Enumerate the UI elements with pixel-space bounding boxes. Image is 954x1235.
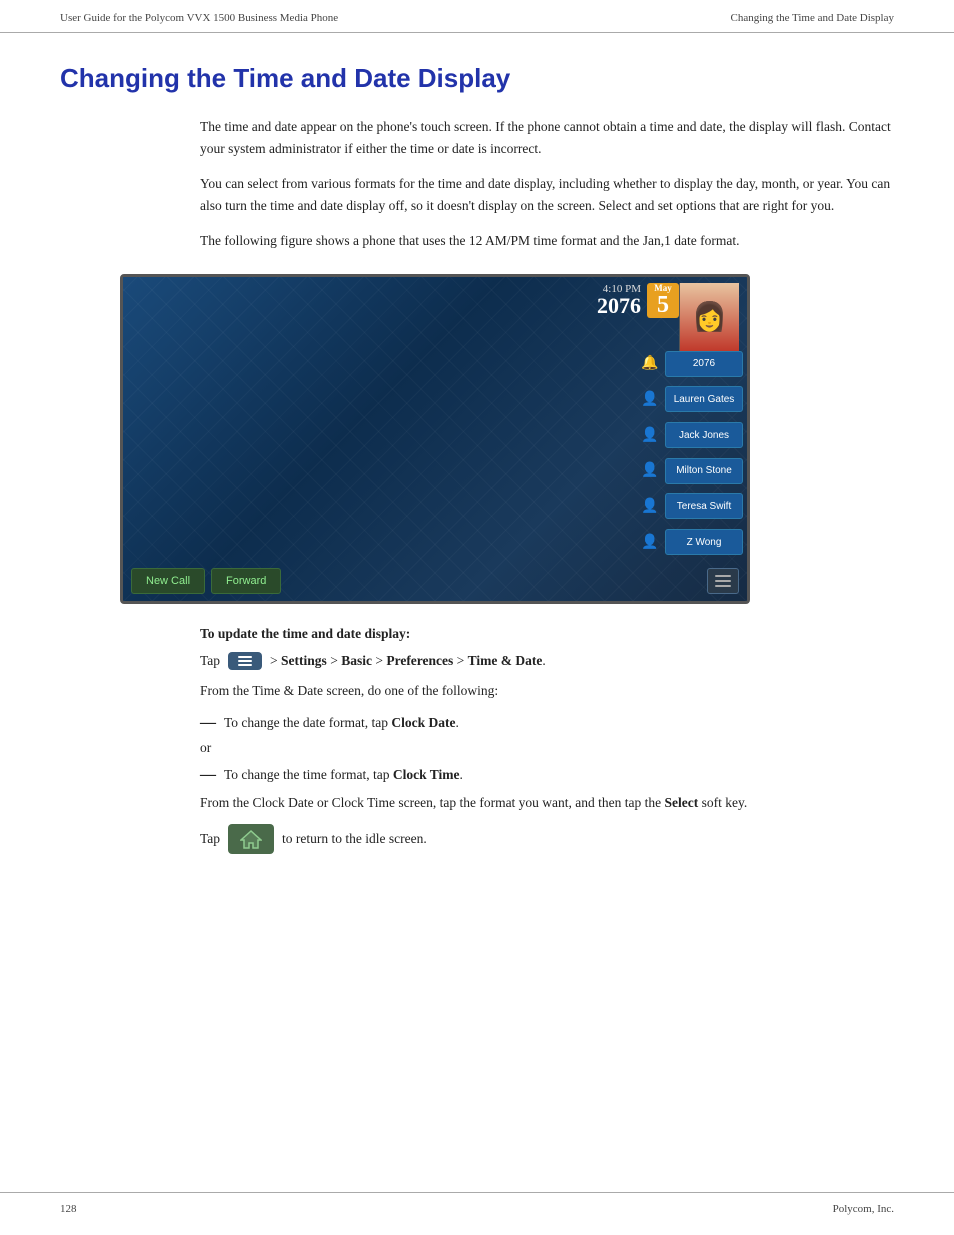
contact-row: 👤 Jack Jones <box>639 418 743 452</box>
phone-sidebar: 🔔 2076 👤 Lauren Gates 👤 Jack Jones 👤 Mil… <box>635 345 747 561</box>
contact-row: 👤 Teresa Swift <box>639 490 743 524</box>
phone-month-day: May 5 <box>647 283 679 318</box>
bullet-text-2: To change the time format, tap Clock Tim… <box>224 764 463 786</box>
new-call-button[interactable]: New Call <box>131 568 205 594</box>
instructions-section: To update the time and date display: Tap… <box>200 626 894 854</box>
bullet-text-1: To change the date format, tap Clock Dat… <box>224 712 459 734</box>
forward-button[interactable]: Forward <box>211 568 281 594</box>
time-year-group: 4:10 PM 2076 <box>597 283 641 318</box>
home-button[interactable] <box>228 824 274 854</box>
phone-avatar: 👩 <box>679 283 739 351</box>
or-line: or <box>200 740 894 756</box>
contact-icon-2: 👤 <box>639 424 661 446</box>
header-left: User Guide for the Polycom VVX 1500 Busi… <box>60 12 338 24</box>
contact-btn-2[interactable]: Jack Jones <box>665 422 743 448</box>
contact-row: 🔔 2076 <box>639 347 743 381</box>
phone-time-date: 4:10 PM 2076 May 5 <box>597 283 679 318</box>
menu-line-1 <box>715 575 731 577</box>
contact-btn-4[interactable]: Teresa Swift <box>665 493 743 519</box>
contact-icon-1: 👤 <box>639 388 661 410</box>
menu-line-2 <box>715 580 731 582</box>
dash-2: — <box>200 764 216 786</box>
contact-btn-3[interactable]: Milton Stone <box>665 458 743 484</box>
page-header: User Guide for the Polycom VVX 1500 Busi… <box>0 0 954 33</box>
contact-icon-4: 👤 <box>639 495 661 517</box>
contact-icon-0: 🔔 <box>639 353 661 375</box>
company-name: Polycom, Inc. <box>833 1203 894 1215</box>
contact-btn-0[interactable]: 2076 <box>665 351 743 377</box>
menu-line-3 <box>715 585 731 587</box>
avatar-figure: 👩 <box>680 283 739 351</box>
from-clock-line: From the Clock Date or Clock Time screen… <box>200 792 894 814</box>
tap-menu-icon <box>238 656 252 666</box>
phone-screenshot: 4:10 PM 2076 May 5 👩 🔔 2076 👤 <box>120 274 750 604</box>
tap-menu-line-3 <box>238 664 252 666</box>
phone-softkeys: New Call Forward <box>123 561 747 601</box>
home-icon <box>240 829 262 849</box>
tap-label-2: Tap <box>200 831 220 847</box>
dash-1: — <box>200 712 216 734</box>
phone-year: 2076 <box>597 293 641 318</box>
tap-row-2: Tap to return to the idle screen. <box>200 824 894 854</box>
paragraph-1: The time and date appear on the phone's … <box>200 116 894 159</box>
menu-button[interactable] <box>707 568 739 594</box>
tap-suffix-2: to return to the idle screen. <box>282 831 427 847</box>
contact-btn-5[interactable]: Z Wong <box>665 529 743 555</box>
contact-icon-3: 👤 <box>639 460 661 482</box>
tap-menu-line-2 <box>238 660 252 662</box>
page-title: Changing the Time and Date Display <box>60 63 894 94</box>
contact-row: 👤 Lauren Gates <box>639 383 743 417</box>
contact-row: 👤 Milton Stone <box>639 454 743 488</box>
instruction-heading: To update the time and date display: <box>200 626 894 642</box>
page-content: Changing the Time and Date Display The t… <box>0 33 954 904</box>
bullet-item-2: — To change the time format, tap Clock T… <box>200 764 894 786</box>
tap-row-1: Tap > Settings > Basic > Preferences > T… <box>200 652 894 670</box>
tap-label-1: Tap <box>200 653 220 669</box>
paragraph-2: You can select from various formats for … <box>200 173 894 216</box>
settings-menu-button[interactable] <box>228 652 262 670</box>
phone-day: 5 <box>657 293 669 317</box>
paragraph-3: The following figure shows a phone that … <box>200 230 894 252</box>
bullet-item-1: — To change the date format, tap Clock D… <box>200 712 894 734</box>
phone-top-bar: 4:10 PM 2076 May 5 👩 <box>123 277 747 345</box>
tap-menu-line-1 <box>238 656 252 658</box>
contact-icon-5: 👤 <box>639 531 661 553</box>
header-right: Changing the Time and Date Display <box>731 12 894 24</box>
from-line: From the Time & Date screen, do one of t… <box>200 680 894 702</box>
tap-suffix-1: > Settings > Basic > Preferences > Time … <box>270 653 546 669</box>
menu-icon <box>715 575 731 587</box>
contact-btn-1[interactable]: Lauren Gates <box>665 386 743 412</box>
page-number: 128 <box>60 1203 77 1215</box>
page-footer: 128 Polycom, Inc. <box>0 1192 954 1225</box>
contact-row: 👤 Z Wong <box>639 525 743 559</box>
